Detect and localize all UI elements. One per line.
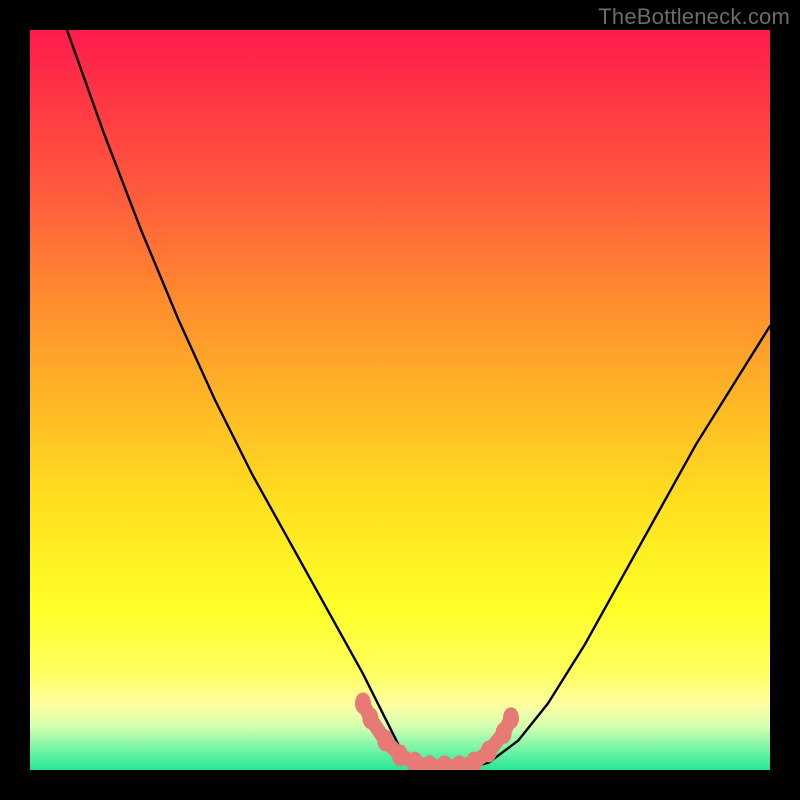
chart-frame: TheBottleneck.com [0, 0, 800, 800]
marker-dot [503, 707, 519, 729]
watermark-text: TheBottleneck.com [598, 4, 790, 30]
marker-dot [451, 755, 467, 770]
marker-dot [481, 741, 497, 763]
marker-dot [362, 707, 378, 729]
bottleneck-curve [67, 30, 770, 770]
marker-dot [377, 729, 393, 751]
curve-layer [30, 30, 770, 770]
marker-dot [392, 744, 408, 766]
marker-band [355, 692, 519, 770]
marker-dot [436, 755, 452, 770]
plot-area [30, 30, 770, 770]
marker-dot [422, 755, 438, 770]
